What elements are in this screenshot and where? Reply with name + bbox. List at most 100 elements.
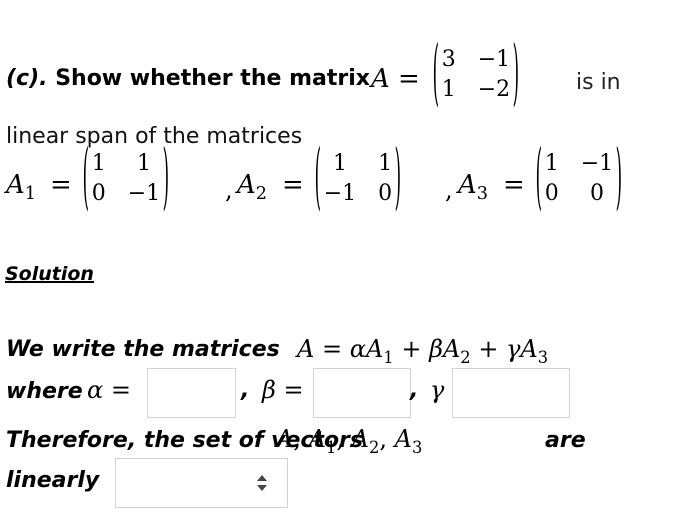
vector-name: A — [276, 425, 294, 453]
are-text: are — [545, 428, 586, 453]
term-var: A — [365, 335, 384, 363]
matrix-A: ( 3 −1 1 −2 ) — [430, 38, 522, 110]
dependency-select[interactable] — [115, 458, 288, 508]
coef-gamma: γ — [506, 335, 521, 363]
matrix-cell: −1 — [477, 47, 511, 72]
matrix-cell: −1 — [323, 181, 357, 206]
alpha-label: α = — [87, 376, 131, 404]
matrix-cell: −1 — [127, 181, 161, 206]
matrix-cell: 1 — [441, 77, 456, 102]
plus-sign: + — [478, 335, 499, 363]
right-paren: ) — [615, 135, 623, 220]
subscript: 2 — [255, 184, 268, 205]
matrix-cell: 1 — [91, 151, 106, 176]
matrix-A3-name: A3 — [458, 170, 488, 204]
linear-span-text: linear span of the matrices — [6, 124, 303, 149]
left-paren: ( — [82, 135, 90, 220]
matrix-cell: −2 — [477, 77, 511, 102]
comma: , — [241, 378, 250, 403]
matrix-cell: 0 — [91, 181, 106, 206]
comma: , — [410, 378, 419, 403]
comma: , — [225, 176, 233, 204]
beta-label: β = — [262, 376, 304, 404]
matrix-A1-name: A1 — [6, 170, 36, 204]
eq-lhs: A — [297, 335, 315, 363]
matrix-cell: 1 — [544, 151, 559, 176]
matrix-cell: 1 — [378, 151, 393, 176]
matrix-name: A — [371, 64, 390, 94]
solution-line1-text: We write the matrices — [6, 337, 280, 362]
question-label: (c). — [6, 66, 48, 91]
alpha-input[interactable] — [147, 368, 236, 418]
arrow-up-icon — [257, 475, 267, 481]
up-down-arrows-icon — [257, 475, 267, 491]
matrix-A-grid: 3 −1 1 −2 — [442, 46, 510, 104]
plus-sign: + — [401, 335, 422, 363]
right-paren: ) — [512, 31, 520, 116]
beta-symbol: β — [262, 376, 276, 404]
arrow-down-icon — [257, 485, 267, 491]
comma: , — [445, 176, 453, 204]
is-in-text: is in — [576, 70, 621, 95]
question-text: Show whether the matrix — [55, 66, 370, 91]
equals-sign: = — [50, 170, 72, 200]
matrix-A1: ( 1 1 0 −1 ) — [80, 142, 172, 214]
matrix-cell: 0 — [378, 181, 393, 206]
linearly-text: linearly — [6, 468, 100, 493]
subscript: 1 — [24, 184, 37, 205]
equals-sign: = — [398, 64, 420, 94]
matrix-A3-grid: 1 −1 0 0 — [545, 150, 613, 208]
matrix-cell: 0 — [589, 181, 604, 206]
eq-sign: = — [321, 335, 343, 363]
eq-sign: = — [110, 376, 131, 404]
comma: , — [336, 425, 344, 453]
subscript: 1 — [325, 437, 337, 457]
matrix-A-name: A — [371, 64, 390, 94]
matrix-name: A — [6, 170, 25, 200]
left-paren: ( — [535, 135, 543, 220]
matrix-cell: 3 — [441, 47, 456, 72]
solution-heading: Solution — [5, 263, 94, 285]
subscript: 2 — [368, 437, 380, 457]
linear-combination-equation: A = αA1 + βA2 + γA3 — [297, 335, 548, 367]
matrix-cell: −1 — [580, 151, 614, 176]
left-paren: ( — [314, 135, 322, 220]
subscript: 3 — [537, 347, 549, 367]
equals-sign: = — [503, 170, 525, 200]
matrix-A2-grid: 1 1 −1 0 — [324, 150, 392, 208]
beta-input[interactable] — [313, 368, 411, 418]
matrix-name: A — [458, 170, 477, 200]
vector-list: A, A1, A2, A3 — [276, 425, 422, 457]
right-paren: ) — [394, 135, 402, 220]
eq-sign: = — [283, 376, 304, 404]
gamma-input[interactable] — [452, 368, 570, 418]
subscript: 2 — [460, 347, 471, 367]
subscript: 3 — [412, 437, 423, 457]
matrix-A2-name: A2 — [237, 170, 267, 204]
equals-sign: = — [282, 170, 304, 200]
question-line: (c). Show whether the matrix — [6, 66, 370, 91]
gamma-symbol: γ — [430, 376, 445, 404]
term-var: A — [520, 335, 538, 363]
matrix-A3: ( 1 −1 0 0 ) — [533, 142, 625, 214]
matrix-name: A — [237, 170, 256, 200]
matrix-cell: 0 — [544, 181, 559, 206]
left-paren: ( — [432, 31, 440, 116]
matrix-cell: 1 — [332, 151, 347, 176]
comma: , — [293, 425, 301, 453]
right-paren: ) — [162, 135, 170, 220]
coef-beta: β — [429, 335, 443, 363]
subscript: 3 — [476, 184, 489, 205]
vector-name: A — [351, 425, 369, 453]
where-text: where — [6, 379, 83, 404]
coef-alpha: α — [349, 335, 366, 363]
vector-name: A — [394, 425, 412, 453]
matrix-A2: ( 1 1 −1 0 ) — [312, 142, 404, 214]
alpha-symbol: α — [87, 376, 104, 404]
subscript: 1 — [383, 347, 394, 367]
term-var: A — [442, 335, 461, 363]
matrix-cell: 1 — [136, 151, 151, 176]
matrix-A1-grid: 1 1 0 −1 — [92, 150, 160, 208]
comma: , — [379, 425, 388, 453]
vector-name: A — [308, 425, 326, 453]
